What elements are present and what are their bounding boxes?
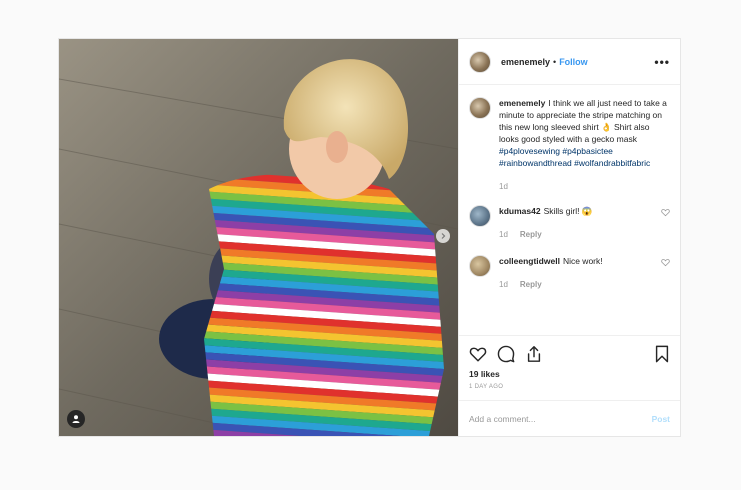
comment-item: kdumas42 Skills girl! 😱 1d Reply bbox=[469, 205, 670, 241]
comments-section: emenemely I think we all just need to tak… bbox=[459, 85, 680, 335]
hashtag-link[interactable]: #wolfandrabbitfabric bbox=[574, 158, 650, 168]
post-photo[interactable] bbox=[59, 39, 458, 436]
post-comment-button[interactable]: Post bbox=[652, 414, 670, 424]
carousel-next-button[interactable] bbox=[436, 229, 450, 243]
tagged-users-button[interactable] bbox=[67, 410, 85, 428]
instagram-post: emenemely • Follow ••• emenemely I think … bbox=[58, 38, 681, 437]
bookmark-icon[interactable] bbox=[654, 345, 670, 363]
comment-text: Skills girl! 😱 bbox=[543, 206, 593, 216]
likes-count[interactable]: 19 likes bbox=[469, 369, 670, 379]
chevron-right-icon bbox=[441, 233, 446, 239]
caption-time: 1d bbox=[499, 182, 508, 191]
avatar[interactable] bbox=[469, 50, 491, 73]
hashtag-link[interactable]: #p4plovesewing bbox=[499, 146, 560, 156]
comment-like-heart-icon[interactable] bbox=[661, 208, 670, 217]
reply-button[interactable]: Reply bbox=[520, 280, 542, 289]
caption: emenemely I think we all just need to tak… bbox=[469, 97, 670, 193]
add-comment-bar: Add a comment... Post bbox=[459, 400, 680, 436]
comment-text: Nice work! bbox=[562, 256, 603, 266]
post-actions: 19 likes 1 DAY AGO bbox=[459, 335, 680, 390]
avatar[interactable] bbox=[469, 205, 491, 227]
reply-button[interactable]: Reply bbox=[520, 230, 542, 239]
caption-username[interactable]: emenemely bbox=[499, 98, 545, 108]
comment-time: 1d bbox=[499, 230, 508, 239]
avatar[interactable] bbox=[469, 255, 491, 277]
comment-username[interactable]: kdumas42 bbox=[499, 206, 541, 216]
comment-like-heart-icon[interactable] bbox=[661, 258, 670, 267]
hashtag-link[interactable]: #rainbowandthread bbox=[499, 158, 572, 168]
comment-username[interactable]: colleengtidwell bbox=[499, 256, 560, 266]
hashtag-link[interactable]: #p4pbasictee bbox=[562, 146, 613, 156]
follow-button[interactable]: Follow bbox=[559, 57, 588, 67]
header-separator: • bbox=[553, 56, 557, 67]
comment-icon[interactable] bbox=[497, 345, 515, 363]
comment-time: 1d bbox=[499, 280, 508, 289]
user-tag-icon bbox=[72, 415, 80, 423]
post-header: emenemely • Follow ••• bbox=[459, 39, 680, 85]
avatar[interactable] bbox=[469, 97, 491, 119]
comment-item: colleengtidwell Nice work! 1d Reply bbox=[469, 255, 670, 291]
post-sidebar: emenemely • Follow ••• emenemely I think … bbox=[458, 39, 680, 436]
share-icon[interactable] bbox=[525, 345, 543, 363]
photo-child-rainbow-shirt bbox=[59, 39, 458, 436]
header-username[interactable]: emenemely bbox=[501, 57, 550, 67]
add-comment-input[interactable]: Add a comment... bbox=[469, 414, 536, 424]
post-timestamp: 1 DAY AGO bbox=[469, 384, 504, 390]
more-options-icon[interactable]: ••• bbox=[654, 55, 670, 69]
heart-icon[interactable] bbox=[469, 345, 487, 363]
